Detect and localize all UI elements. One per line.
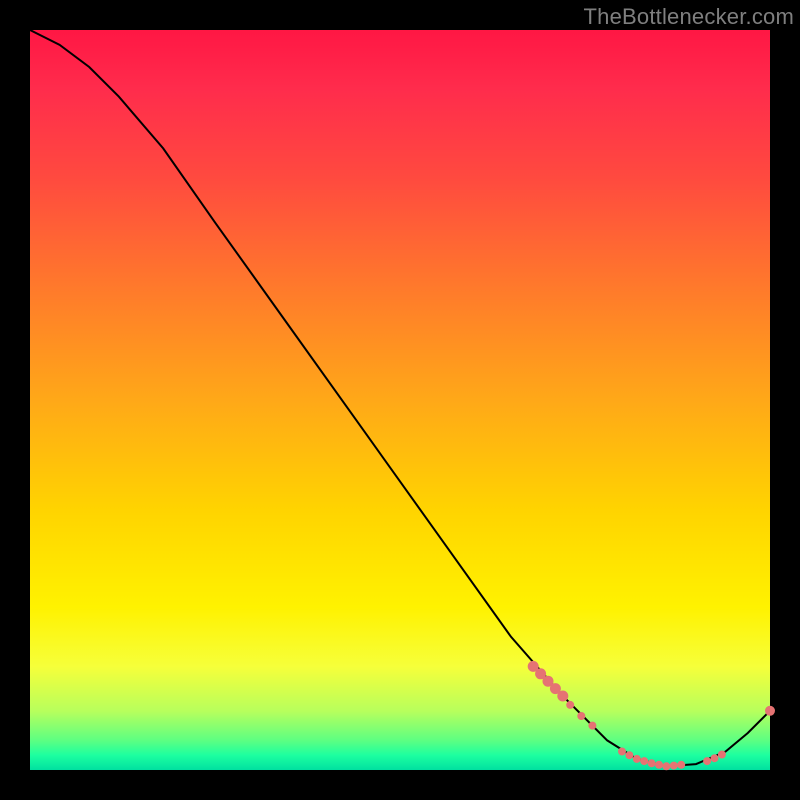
attribution-text: TheBottlenecker.com <box>584 4 794 30</box>
curve-marker <box>648 759 656 767</box>
curve-marker <box>662 762 670 770</box>
bottleneck-curve <box>30 30 770 766</box>
curve-marker <box>718 751 726 759</box>
plot-area <box>30 30 770 770</box>
curve-layer <box>30 30 770 770</box>
curve-marker <box>588 722 596 730</box>
curve-marker <box>655 761 663 769</box>
curve-marker <box>625 751 633 759</box>
curve-marker <box>557 691 568 702</box>
curve-marker <box>677 761 685 769</box>
curve-marker <box>670 762 678 770</box>
curve-markers <box>528 661 775 770</box>
curve-marker <box>633 755 641 763</box>
chart-stage: TheBottlenecker.com <box>0 0 800 800</box>
curve-marker <box>566 701 574 709</box>
curve-marker <box>577 712 585 720</box>
curve-marker <box>703 757 711 765</box>
curve-marker <box>765 706 775 716</box>
curve-marker <box>618 748 626 756</box>
curve-marker <box>640 757 648 765</box>
curve-marker <box>711 754 719 762</box>
